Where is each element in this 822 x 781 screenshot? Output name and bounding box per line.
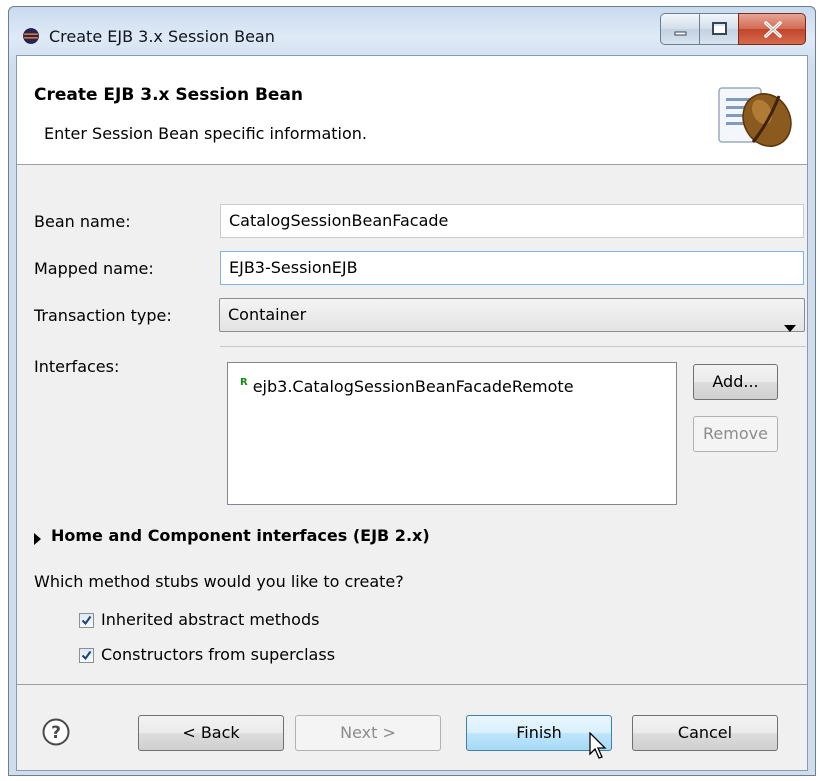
dialog-window: Create EJB 3.x Session Bean Create EJB 3… — [8, 6, 816, 776]
interfaces-list[interactable]: Rejb3.CatalogSessionBeanFacadeRemote — [227, 362, 677, 505]
list-item[interactable]: Rejb3.CatalogSessionBeanFacadeRemote — [240, 377, 574, 396]
title-area: Create EJB 3.x Session Bean Enter Sessio… — [17, 56, 807, 165]
mouse-cursor-icon — [589, 731, 609, 765]
svg-text:?: ? — [51, 723, 61, 743]
dialog-body: Create EJB 3.x Session Bean Enter Sessio… — [16, 55, 808, 771]
constructors-from-superclass-checkbox[interactable] — [79, 648, 94, 663]
eclipse-icon — [23, 28, 39, 44]
cancel-button[interactable]: Cancel — [632, 715, 778, 751]
bean-name-label: Bean name: — [34, 212, 131, 231]
interfaces-label: Interfaces: — [34, 357, 120, 376]
caret-right-icon[interactable] — [34, 530, 42, 550]
maximize-button[interactable] — [699, 13, 739, 45]
check-icon — [81, 650, 92, 661]
footer-separator — [17, 684, 807, 685]
check-icon — [81, 615, 92, 626]
banner-title: Create EJB 3.x Session Bean — [34, 85, 304, 105]
bean-name-input[interactable]: CatalogSessionBeanFacade — [220, 204, 804, 238]
separator — [220, 346, 806, 347]
window-title: Create EJB 3.x Session Bean — [49, 27, 275, 46]
inherited-abstract-methods-checkbox[interactable] — [79, 613, 94, 628]
transaction-type-label: Transaction type: — [34, 306, 172, 325]
interface-name: ejb3.CatalogSessionBeanFacadeRemote — [252, 377, 574, 396]
close-icon — [764, 21, 782, 38]
help-icon[interactable]: ? — [42, 718, 70, 746]
close-button[interactable] — [738, 13, 806, 45]
minimize-button[interactable] — [660, 13, 700, 45]
mapped-name-label: Mapped name: — [34, 259, 154, 278]
banner-description: Enter Session Bean specific information. — [44, 124, 367, 143]
transaction-type-select[interactable]: Container — [219, 298, 805, 332]
add-button[interactable]: Add... — [693, 364, 778, 400]
back-button[interactable]: < Back — [138, 715, 284, 751]
remove-button[interactable]: Remove — [693, 416, 778, 452]
remote-badge: R — [240, 377, 248, 388]
mapped-name-input[interactable]: EJB3-SessionEJB — [220, 251, 804, 285]
coffee-bean-icon — [717, 84, 793, 155]
constructors-from-superclass-label[interactable]: Constructors from superclass — [101, 645, 335, 664]
next-button[interactable]: Next > — [295, 715, 441, 751]
home-component-interfaces-section[interactable]: Home and Component interfaces (EJB 2.x) — [51, 526, 430, 545]
transaction-type-value: Container — [228, 305, 307, 324]
method-stubs-question: Which method stubs would you like to cre… — [34, 572, 404, 591]
title-bar[interactable]: Create EJB 3.x Session Bean — [9, 7, 815, 55]
inherited-abstract-methods-label[interactable]: Inherited abstract methods — [101, 610, 319, 629]
chevron-down-icon — [784, 312, 796, 344]
